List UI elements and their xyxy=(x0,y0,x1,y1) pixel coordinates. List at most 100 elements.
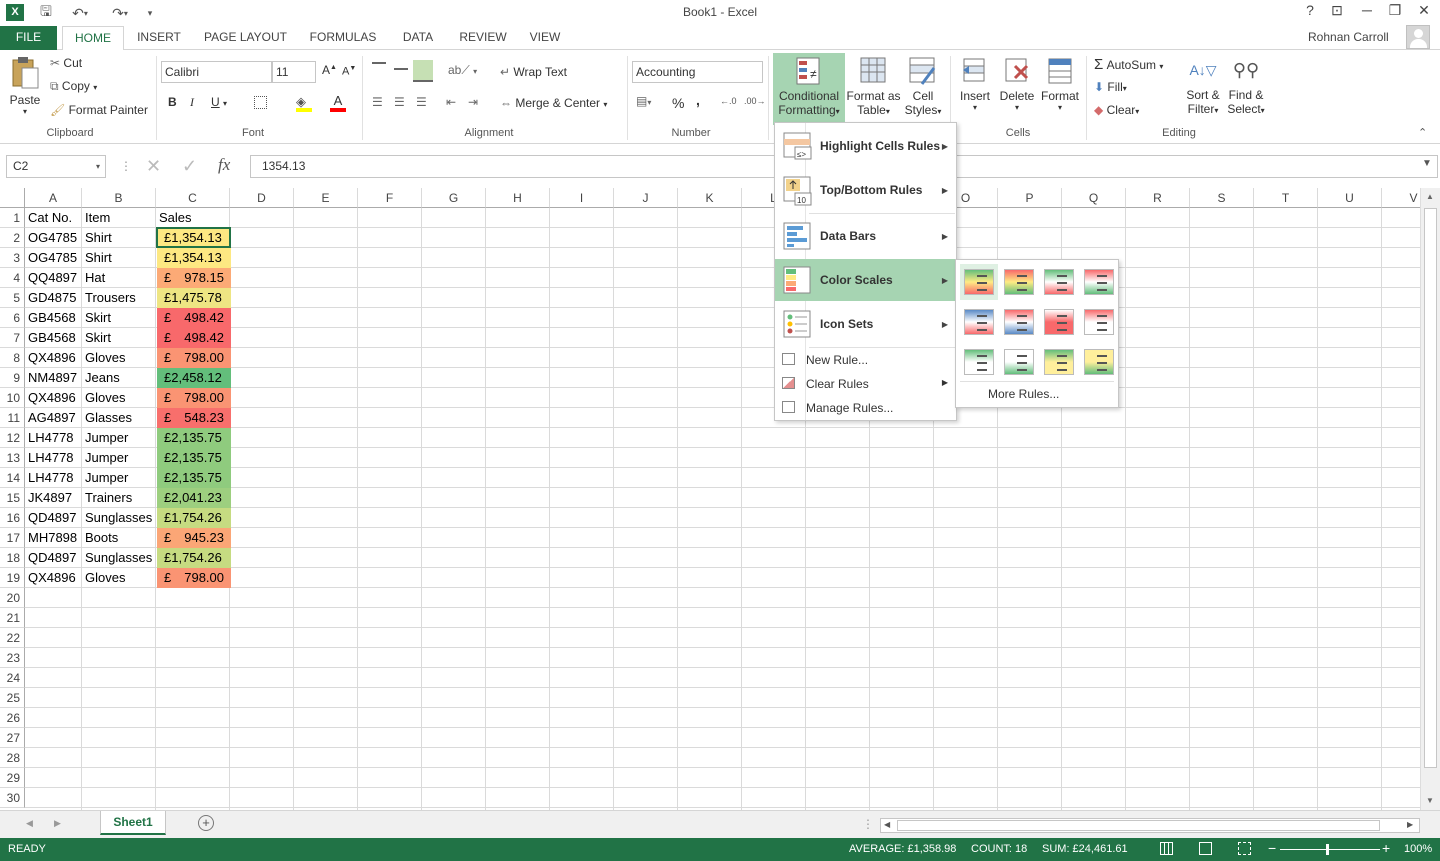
column-header-i[interactable]: I xyxy=(550,188,614,208)
menu-clear-rules[interactable]: Clear Rules ▶ xyxy=(775,373,956,395)
decrease-decimal-icon[interactable]: .00→ xyxy=(744,96,766,106)
item-cell[interactable]: Gloves xyxy=(82,348,156,368)
scroll-left-icon[interactable]: ◀ xyxy=(884,820,890,829)
item-cell[interactable]: Jumper xyxy=(82,468,156,488)
tab-home[interactable]: HOME xyxy=(62,26,124,51)
wrap-text-button[interactable]: ↵ Wrap Text xyxy=(500,65,567,79)
sales-cell[interactable]: £798.00 xyxy=(157,348,231,368)
cat-no-cell[interactable]: LH4778 xyxy=(25,428,82,448)
item-cell[interactable]: Sunglasses xyxy=(82,508,156,528)
row-header-29[interactable]: 29 xyxy=(0,768,25,788)
cat-no-cell[interactable]: GB4568 xyxy=(25,328,82,348)
sales-cell[interactable]: £498.42 xyxy=(157,308,231,328)
item-cell[interactable]: Gloves xyxy=(82,388,156,408)
column-header-u[interactable]: U xyxy=(1318,188,1382,208)
item-cell[interactable]: Skirt xyxy=(82,308,156,328)
sales-cell[interactable]: £1,354.13 xyxy=(157,248,231,268)
sales-cell[interactable]: £548.23 xyxy=(157,408,231,428)
clear-button[interactable]: ◆ Clear▾ xyxy=(1094,103,1139,117)
row-header-13[interactable]: 13 xyxy=(0,448,25,468)
row-header-21[interactable]: 21 xyxy=(0,608,25,628)
insert-function-button[interactable]: fx xyxy=(218,155,230,175)
sales-cell[interactable]: £1,754.26 xyxy=(157,548,231,568)
decrease-indent-icon[interactable]: ⇤ xyxy=(446,95,456,109)
zoom-in-icon[interactable]: + xyxy=(1382,840,1390,856)
item-cell[interactable]: Skirt xyxy=(82,328,156,348)
tab-review[interactable]: REVIEW xyxy=(453,26,513,50)
ribbon-display-options-icon[interactable]: ⊡ xyxy=(1323,2,1351,22)
menu-new-rule[interactable]: New Rule... xyxy=(775,349,956,371)
color-scale-option[interactable] xyxy=(1080,264,1118,300)
cell-styles-button[interactable]: Cell Styles▾ xyxy=(903,53,943,125)
color-scale-option[interactable] xyxy=(1080,344,1118,380)
row-header-24[interactable]: 24 xyxy=(0,668,25,688)
horizontal-scrollbar[interactable]: ◀ ▶ xyxy=(880,818,1420,833)
increase-font-icon[interactable]: A▲ xyxy=(322,63,337,77)
item-cell[interactable]: Boots xyxy=(82,528,156,548)
row-header-20[interactable]: 20 xyxy=(0,588,25,608)
bold-button[interactable]: B xyxy=(168,95,177,109)
row-header-30[interactable]: 30 xyxy=(0,788,25,808)
scroll-right-icon[interactable]: ▶ xyxy=(1407,820,1413,829)
column-header-k[interactable]: K xyxy=(678,188,742,208)
menu-data-bars[interactable]: Data Bars ▶ xyxy=(775,215,956,257)
column-header-a[interactable]: A xyxy=(25,188,82,208)
format-as-table-button[interactable]: Format as Table▾ xyxy=(846,53,901,125)
row-header-25[interactable]: 25 xyxy=(0,688,25,708)
item-cell[interactable]: Shirt xyxy=(82,248,156,268)
column-header-b[interactable]: B xyxy=(82,188,156,208)
row-header-19[interactable]: 19 xyxy=(0,568,25,588)
borders-icon[interactable] xyxy=(254,96,267,109)
zoom-level[interactable]: 100% xyxy=(1404,843,1432,855)
middle-align-icon[interactable] xyxy=(394,68,408,70)
comma-button[interactable]: , xyxy=(696,92,700,108)
sales-cell[interactable]: £945.23 xyxy=(157,528,231,548)
normal-view-icon[interactable] xyxy=(1160,842,1173,855)
increase-indent-icon[interactable]: ⇥ xyxy=(468,95,478,109)
row-header-28[interactable]: 28 xyxy=(0,748,25,768)
column-header-e[interactable]: E xyxy=(294,188,358,208)
align-right-icon[interactable]: ☰ xyxy=(416,95,427,109)
vertical-scrollbar[interactable]: ▲ ▼ xyxy=(1420,188,1440,810)
sheet-tab-sheet1[interactable]: Sheet1 xyxy=(100,811,166,835)
align-center-icon[interactable]: ☰ xyxy=(394,95,405,109)
new-sheet-icon[interactable]: + xyxy=(198,815,214,831)
column-header-s[interactable]: S xyxy=(1190,188,1254,208)
column-header-p[interactable]: P xyxy=(998,188,1062,208)
color-scale-option[interactable] xyxy=(1000,264,1038,300)
row-header-14[interactable]: 14 xyxy=(0,468,25,488)
decrease-font-icon[interactable]: A▼ xyxy=(342,65,356,78)
row-header-16[interactable]: 16 xyxy=(0,508,25,528)
more-rules-link[interactable]: More Rules... xyxy=(988,387,1059,401)
scroll-down-icon[interactable]: ▼ xyxy=(1426,796,1434,805)
row-header-26[interactable]: 26 xyxy=(0,708,25,728)
sales-cell[interactable]: £1,354.13 xyxy=(157,228,231,248)
increase-decimal-icon[interactable]: ←.0 xyxy=(720,96,737,106)
cat-no-cell[interactable]: QD4897 xyxy=(25,508,82,528)
scroll-thumb[interactable] xyxy=(1424,208,1437,768)
column-header-h[interactable]: H xyxy=(486,188,550,208)
page-layout-view-icon[interactable] xyxy=(1199,842,1212,855)
sales-cell[interactable]: £798.00 xyxy=(157,568,231,588)
cancel-entry-icon[interactable]: ✕ xyxy=(146,156,161,177)
row-header-22[interactable]: 22 xyxy=(0,628,25,648)
row-header-1[interactable]: 1 xyxy=(0,208,25,228)
restore-button[interactable]: ❐ xyxy=(1381,2,1409,22)
font-name-select[interactable]: Calibri xyxy=(161,61,272,83)
scroll-up-icon[interactable]: ▲ xyxy=(1426,192,1434,201)
cat-no-cell[interactable]: LH4778 xyxy=(25,448,82,468)
number-format-select[interactable]: Accounting xyxy=(632,61,763,83)
paste-button[interactable]: Paste ▾ xyxy=(6,56,44,122)
item-cell[interactable]: Hat xyxy=(82,268,156,288)
row-header-11[interactable]: 11 xyxy=(0,408,25,428)
merge-center-button[interactable]: ⇔ Merge & Center ▾ xyxy=(500,96,607,110)
row-header-6[interactable]: 6 xyxy=(0,308,25,328)
zoom-slider[interactable] xyxy=(1280,844,1380,855)
tab-view[interactable]: VIEW xyxy=(520,26,570,50)
find-select-button[interactable]: ⚲⚲ Find & Select▾ xyxy=(1225,53,1267,125)
tab-formulas[interactable]: FORMULAS xyxy=(303,26,383,50)
sales-cell[interactable]: £498.42 xyxy=(157,328,231,348)
item-cell[interactable]: Trousers xyxy=(82,288,156,308)
percent-button[interactable]: % xyxy=(672,95,684,111)
color-scale-option[interactable] xyxy=(1040,264,1078,300)
